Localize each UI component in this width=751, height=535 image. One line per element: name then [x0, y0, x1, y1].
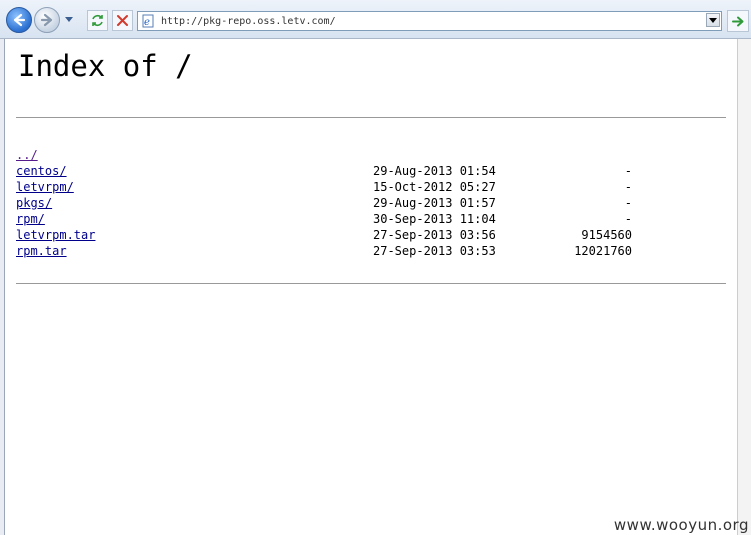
forward-arrow-icon	[40, 13, 53, 27]
entry-link[interactable]: letvrpm.tar	[16, 227, 95, 243]
entry-size: -	[624, 212, 632, 226]
refresh-button[interactable]	[87, 10, 108, 31]
entry-size: 12021760	[574, 244, 632, 258]
entry-date: 27-Sep-2013 03:53	[373, 244, 496, 258]
entry-size: -	[624, 180, 632, 194]
list-item: ../	[16, 147, 726, 163]
directory-listing: ../ centos/ 29-Aug-2013 01:54 - letvrpm/…	[16, 147, 726, 259]
entry-link[interactable]: rpm.tar	[16, 243, 67, 259]
address-bar[interactable]: e	[137, 11, 722, 31]
list-item: pkgs/ 29-Aug-2013 01:57 -	[16, 195, 726, 211]
address-input[interactable]	[161, 13, 701, 29]
dropdown-arrow-icon[interactable]	[64, 14, 74, 24]
list-item: rpm.tar 27-Sep-2013 03:53 12021760	[16, 243, 726, 259]
stop-icon	[117, 15, 128, 26]
svg-text:e: e	[144, 17, 150, 28]
vertical-scrollbar[interactable]	[737, 39, 751, 535]
forward-button[interactable]	[34, 7, 60, 33]
go-button[interactable]	[727, 10, 749, 32]
entry-date: 29-Aug-2013 01:54	[373, 164, 496, 178]
entry-link[interactable]: centos/	[16, 163, 67, 179]
page-content: Index of / ../ centos/ 29-Aug-2013 01:54…	[5, 39, 737, 535]
entry-size: -	[624, 196, 632, 210]
stop-button[interactable]	[112, 10, 133, 31]
entry-link[interactable]: pkgs/	[16, 195, 52, 211]
entry-size: -	[624, 164, 632, 178]
bottom-divider	[16, 283, 726, 284]
list-item: rpm/ 30-Sep-2013 11:04 -	[16, 211, 726, 227]
list-item: letvrpm/ 15-Oct-2012 05:27 -	[16, 179, 726, 195]
page-icon: e	[142, 14, 154, 28]
browser-toolbar: e	[0, 0, 751, 39]
back-button[interactable]	[6, 7, 32, 33]
back-arrow-icon	[13, 13, 26, 27]
address-dropdown-button[interactable]	[706, 13, 720, 27]
entry-link[interactable]: ../	[16, 147, 38, 163]
chevron-down-icon	[709, 18, 717, 23]
entry-link[interactable]: letvrpm/	[16, 179, 74, 195]
entry-date: 29-Aug-2013 01:57	[373, 196, 496, 210]
page-title: Index of /	[18, 49, 193, 83]
entry-link[interactable]: rpm/	[16, 211, 45, 227]
list-item: centos/ 29-Aug-2013 01:54 -	[16, 163, 726, 179]
entry-date: 30-Sep-2013 11:04	[373, 212, 496, 226]
entry-date: 15-Oct-2012 05:27	[373, 180, 496, 194]
entry-date: 27-Sep-2013 03:56	[373, 228, 496, 242]
entry-size: 9154560	[581, 228, 632, 242]
list-item: letvrpm.tar 27-Sep-2013 03:56 9154560	[16, 227, 726, 243]
top-divider	[16, 117, 726, 118]
go-arrow-icon	[731, 16, 743, 26]
watermark: www.wooyun.org	[613, 516, 749, 534]
refresh-icon	[92, 14, 103, 27]
